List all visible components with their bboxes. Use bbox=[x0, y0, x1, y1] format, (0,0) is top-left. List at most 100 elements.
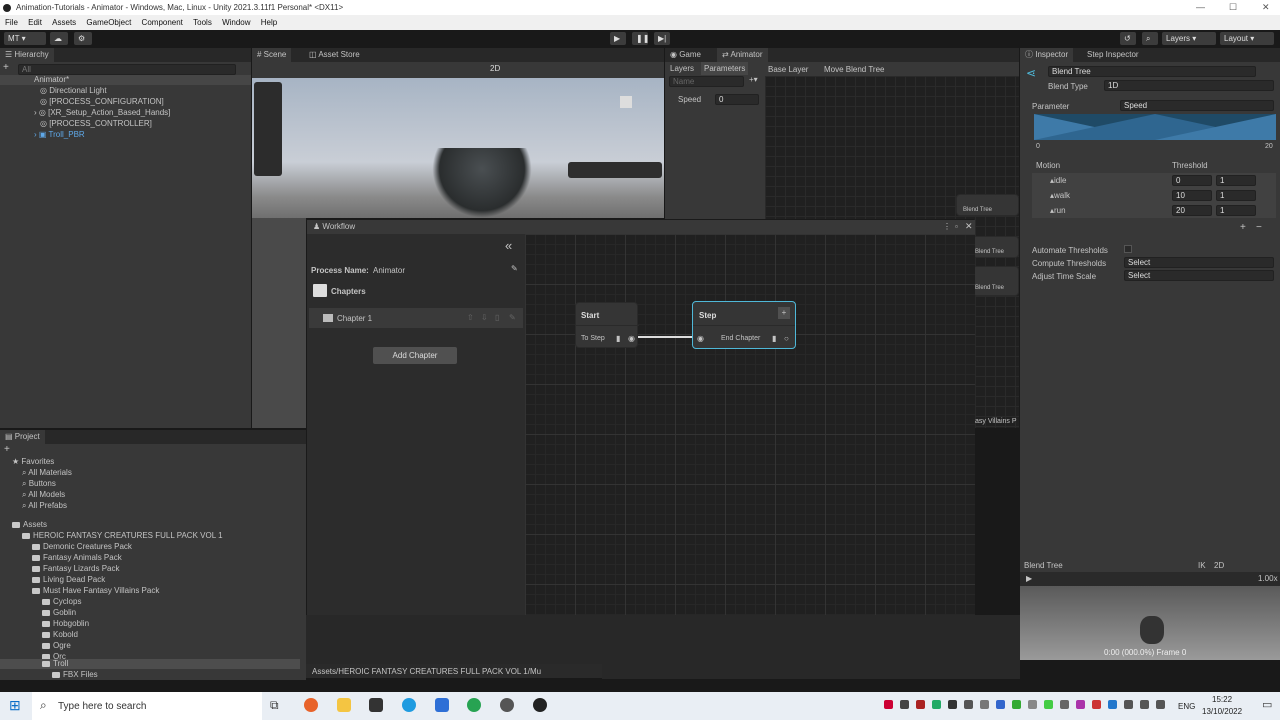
step-node[interactable]: Step + ◉ End Chapter ▮ ○ bbox=[692, 301, 796, 349]
edit-icon[interactable]: ✎ bbox=[511, 264, 518, 273]
preview-ik-toggle[interactable]: IK bbox=[1198, 561, 1206, 570]
tray-app-icon[interactable] bbox=[1060, 700, 1069, 709]
port-delete-icon[interactable]: ▮ bbox=[772, 334, 776, 343]
firefox-icon[interactable] bbox=[304, 698, 318, 712]
preview-play-icon[interactable]: ▶ bbox=[1026, 574, 1032, 583]
preview-2d-toggle[interactable]: 2D bbox=[1214, 561, 1224, 570]
menu-window[interactable]: Window bbox=[222, 18, 250, 27]
layout-dropdown[interactable]: Layout ▾ bbox=[1220, 32, 1274, 45]
minimize-icon[interactable]: — bbox=[1196, 0, 1205, 15]
threshold-field[interactable]: 0 bbox=[1172, 175, 1212, 186]
hierarchy-search-input[interactable]: All bbox=[18, 64, 236, 75]
favorites-header[interactable]: ★ Favorites bbox=[12, 457, 54, 467]
tray-app-icon[interactable] bbox=[980, 700, 989, 709]
move-down-icon[interactable]: ⇩ bbox=[481, 313, 488, 322]
project-add-icon[interactable]: + bbox=[4, 444, 10, 455]
add-motion-icon[interactable]: + bbox=[1240, 222, 1246, 233]
windows-start-icon[interactable]: ⊞ bbox=[9, 697, 21, 714]
volume-icon[interactable] bbox=[1140, 700, 1149, 709]
remove-motion-icon[interactable]: − bbox=[1256, 222, 1262, 233]
list-item[interactable]: Cyclops bbox=[42, 597, 81, 607]
tray-app-icon[interactable] bbox=[1044, 700, 1053, 709]
tray-app-icon[interactable] bbox=[964, 700, 973, 709]
add-chapter-button[interactable]: Add Chapter bbox=[373, 347, 457, 364]
list-item[interactable]: ◎ [PROCESS_CONFIGURATION] bbox=[40, 97, 164, 107]
tab-game[interactable]: ◉ Game bbox=[665, 48, 706, 62]
network-icon[interactable] bbox=[1124, 700, 1133, 709]
speed-field[interactable]: 1 bbox=[1216, 190, 1256, 201]
tray-app-icon[interactable] bbox=[932, 700, 941, 709]
list-item[interactable]: Hobgoblin bbox=[42, 619, 89, 629]
notifications-icon[interactable]: ▭ bbox=[1262, 698, 1272, 711]
adjust-time-scale-dropdown[interactable]: Select bbox=[1124, 270, 1274, 281]
scene-2d-toggle[interactable]: 2D bbox=[490, 64, 500, 73]
output-port-icon[interactable]: ◉ bbox=[628, 334, 635, 343]
taskbar-search-input[interactable]: ⌕ Type here to search bbox=[32, 692, 262, 720]
play-button[interactable]: ▶ bbox=[610, 32, 626, 45]
threshold-field[interactable]: 10 bbox=[1172, 190, 1212, 201]
menu-component[interactable]: Component bbox=[142, 18, 183, 27]
chapter-row[interactable]: Chapter 1 ⇧ ⇩ ▯ ✎ bbox=[309, 308, 523, 328]
list-item[interactable]: › ◎ [XR_Setup_Action_Based_Hands] bbox=[34, 108, 170, 118]
battery-icon[interactable] bbox=[1156, 700, 1165, 709]
tab-inspector[interactable]: ⓘ Inspector bbox=[1020, 48, 1074, 62]
vscode-icon[interactable] bbox=[435, 698, 449, 712]
unity-icon[interactable] bbox=[369, 698, 383, 712]
tray-app-icon[interactable] bbox=[1092, 700, 1101, 709]
list-item[interactable]: ⌕ All Models bbox=[22, 490, 65, 500]
menu-edit[interactable]: Edit bbox=[28, 18, 42, 27]
delete-icon[interactable]: ▯ bbox=[495, 313, 499, 322]
pause-button[interactable]: ❚❚ bbox=[632, 32, 649, 45]
move-up-icon[interactable]: ⇧ bbox=[467, 313, 474, 322]
tray-app-icon[interactable] bbox=[884, 700, 893, 709]
list-item[interactable]: ◎ Directional Light bbox=[40, 86, 107, 96]
list-item[interactable]: Fantasy Lizards Pack bbox=[32, 564, 119, 574]
more-icon[interactable]: ⋮ bbox=[943, 222, 951, 231]
scene-overlay-toolbar[interactable] bbox=[568, 162, 662, 178]
tab-animator[interactable]: ⇄ Animator bbox=[717, 48, 768, 62]
motion-row[interactable]: ▴run bbox=[1050, 206, 1066, 215]
list-item[interactable]: FBX Files bbox=[52, 670, 98, 680]
tab-scene[interactable]: # Scene bbox=[252, 48, 292, 62]
tray-app-icon[interactable] bbox=[900, 700, 909, 709]
list-item[interactable]: Demonic Creatures Pack bbox=[32, 542, 132, 552]
task-view-icon[interactable]: ⧉ bbox=[270, 698, 279, 713]
tray-app-icon[interactable] bbox=[1012, 700, 1021, 709]
list-item[interactable]: Fantasy Animals Pack bbox=[32, 553, 122, 563]
list-item[interactable]: ⌕ Buttons bbox=[22, 479, 56, 489]
start-node[interactable]: Start To Step ▮ ◉ bbox=[575, 302, 639, 348]
list-item[interactable]: › ▣ Troll_PBR bbox=[34, 130, 85, 140]
add-icon[interactable]: + bbox=[3, 62, 9, 73]
input-port-icon[interactable]: ◉ bbox=[697, 334, 704, 343]
collapse-sidebar-icon[interactable]: « bbox=[505, 238, 512, 253]
clock-date[interactable]: 13/10/2022 bbox=[1202, 707, 1242, 716]
motion-row[interactable]: ▴walk bbox=[1050, 191, 1070, 200]
collab-icon[interactable]: ⚙ bbox=[74, 32, 92, 45]
bluetooth-icon[interactable] bbox=[1108, 700, 1117, 709]
breadcrumb-base-layer[interactable]: Base Layer bbox=[768, 65, 808, 74]
speed-field[interactable]: 1 bbox=[1216, 175, 1256, 186]
list-item[interactable]: Troll bbox=[0, 659, 300, 669]
blend-type-dropdown[interactable]: 1D bbox=[1104, 80, 1274, 91]
list-item[interactable]: Kobold bbox=[42, 630, 78, 640]
blend-tree-node[interactable]: Blend Tree bbox=[972, 236, 1019, 258]
list-item[interactable]: HEROIC FANTASY CREATURES FULL PACK VOL 1 bbox=[22, 531, 223, 541]
tool-palette[interactable] bbox=[254, 82, 282, 176]
chrome-icon[interactable] bbox=[467, 698, 481, 712]
menu-gameobject[interactable]: GameObject bbox=[86, 18, 131, 27]
tray-app-icon[interactable] bbox=[996, 700, 1005, 709]
list-item[interactable]: ⌕ All Prefabs bbox=[22, 501, 67, 511]
parameter-name[interactable]: Speed bbox=[678, 95, 701, 104]
parameters-subtab[interactable]: Parameters bbox=[701, 62, 749, 75]
search-icon[interactable]: ⌕ bbox=[1142, 32, 1158, 45]
tab-project[interactable]: ▤ Project bbox=[0, 430, 45, 444]
motion-row[interactable]: ▴idle bbox=[1050, 176, 1066, 185]
tray-app-icon[interactable] bbox=[916, 700, 925, 709]
process-name-value[interactable]: Animator bbox=[373, 266, 405, 275]
speed-field[interactable]: 1 bbox=[1216, 205, 1256, 216]
layers-subtab[interactable]: Layers bbox=[670, 64, 694, 73]
scene-viewport[interactable] bbox=[252, 78, 664, 218]
tray-app-icon[interactable] bbox=[1076, 700, 1085, 709]
account-button[interactable]: MT ▾ bbox=[4, 32, 46, 45]
github-icon[interactable] bbox=[533, 698, 547, 712]
